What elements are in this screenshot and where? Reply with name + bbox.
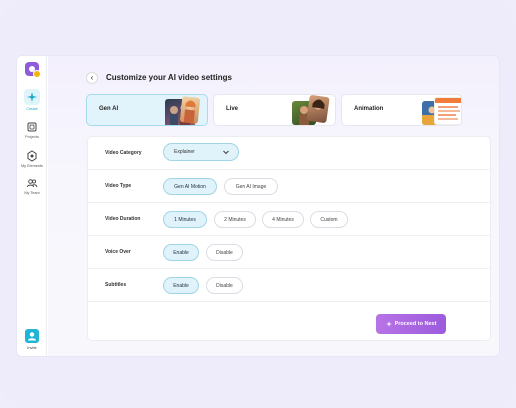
style-card-gen-ai[interactable]: Gen AI <box>86 94 208 126</box>
option-1-minutes[interactable]: 1 Minutes <box>163 211 207 228</box>
sidebar: Create Projects My Elements My Team Invi… <box>17 56 47 356</box>
sidebar-item-my-elements[interactable]: My Elements <box>17 150 47 168</box>
setting-row-voice: Voice Over Enable Disable <box>88 236 492 269</box>
option-voice-enable[interactable]: Enable <box>163 244 199 261</box>
sidebar-item-label: My Team <box>24 191 40 195</box>
setting-label: Voice Over <box>105 249 131 255</box>
option-subtitles-disable[interactable]: Disable <box>206 277 243 294</box>
sidebar-item-label: Create <box>26 107 38 111</box>
setting-row-type: Video Type Gen AI Motion Gen AI Image <box>88 170 492 203</box>
user-plus-icon <box>28 332 36 341</box>
select-value: Explainer <box>174 149 195 155</box>
setting-label: Subtitles <box>105 282 127 288</box>
chevron-left-icon: ‹ <box>90 73 94 82</box>
style-card-label: Live <box>226 106 239 112</box>
proceed-label: Proceed to Next <box>394 321 437 327</box>
app-logo <box>25 62 41 78</box>
setting-label: Video Category <box>105 150 142 156</box>
option-gen-ai-motion[interactable]: Gen AI Motion <box>163 178 217 195</box>
setting-row-subtitles: Subtitles Enable Disable <box>88 269 492 302</box>
sparkle-icon <box>24 89 40 105</box>
style-card-live[interactable]: Live <box>213 94 336 126</box>
invite-button[interactable] <box>25 329 39 343</box>
sidebar-item-label: My Elements <box>21 164 43 168</box>
setting-row-category: Video Category Explainer <box>88 137 492 170</box>
option-gen-ai-image[interactable]: Gen AI Image <box>224 178 278 195</box>
projects-icon <box>27 122 37 132</box>
elements-icon <box>27 150 37 162</box>
setting-row-duration: Video Duration 1 Minutes 2 Minutes 4 Min… <box>88 203 492 236</box>
sidebar-item-my-team[interactable]: My Team <box>17 177 47 195</box>
sparkle-icon <box>385 321 392 327</box>
option-voice-disable[interactable]: Disable <box>206 244 243 261</box>
team-icon <box>27 179 38 188</box>
style-card-label: Gen AI <box>99 106 119 112</box>
style-card-label: Animation <box>354 106 384 112</box>
option-custom[interactable]: Custom <box>310 211 348 228</box>
proceed-button[interactable]: Proceed to Next <box>376 314 446 334</box>
page-title: Customize your AI video settings <box>106 73 232 82</box>
option-4-minutes[interactable]: 4 Minutes <box>262 211 304 228</box>
setting-label: Video Type <box>105 183 132 189</box>
app-window: Create Projects My Elements My Team Invi… <box>16 55 500 357</box>
video-category-select[interactable]: Explainer <box>163 143 239 161</box>
settings-panel: Video Category Explainer Video Type Gen … <box>87 136 492 341</box>
chevron-down-icon <box>223 150 229 155</box>
setting-label: Video Duration <box>105 216 141 222</box>
sidebar-item-projects[interactable]: Projects <box>17 121 47 139</box>
sidebar-item-label: Projects <box>25 135 39 139</box>
animation-thumbnail-2 <box>434 97 461 125</box>
option-2-minutes[interactable]: 2 Minutes <box>214 211 256 228</box>
style-card-animation[interactable]: Animation <box>341 94 462 126</box>
gen-ai-thumbnail-2 <box>179 96 201 124</box>
live-thumbnail-2 <box>306 95 330 124</box>
main-content: ‹ Customize your AI video settings Gen A… <box>48 56 499 356</box>
back-button[interactable]: ‹ <box>86 72 98 84</box>
option-subtitles-enable[interactable]: Enable <box>163 277 199 294</box>
invite-label: Invite <box>27 345 37 350</box>
sidebar-item-create[interactable]: Create <box>17 89 47 111</box>
